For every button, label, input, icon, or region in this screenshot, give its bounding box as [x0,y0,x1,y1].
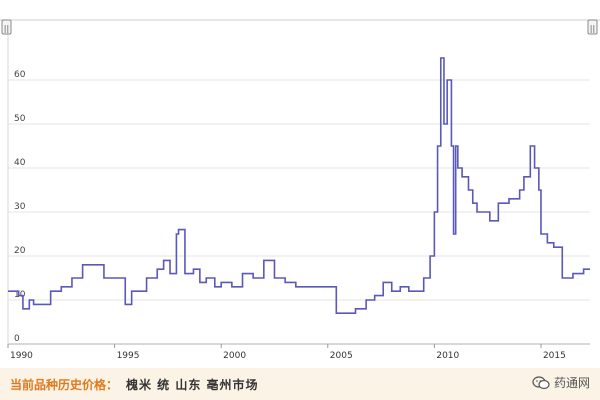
y-tick-label: 50 [14,114,26,124]
grid-layer [8,79,590,301]
series-line [8,57,590,314]
series-layer [8,57,590,314]
footer-product-info: 槐米 统 山东 亳州市场 [126,378,259,392]
y-tick-label: 60 [14,70,26,80]
watermark-text: 药通网 [553,376,590,390]
footer-bar: 当前品种历史价格： 槐米 统 山东 亳州市场 药通网 [0,368,600,400]
price-history-chart: 0 10 20 30 40 50 60 1990 1995 2000 2005 2010 2015 ||… [0,0,600,400]
x-tick-label: 2005 [330,351,353,361]
x-tick-label: 2010 [436,351,459,361]
handle-layer: || || [1,19,598,35]
axis-layer: 01020304050601990 1995 2000 2005 2010 2015 [0,19,600,361]
footer-title: 当前品种历史价格： [10,378,119,392]
x-tick-label: 2015 [543,351,566,361]
y-tick-label: 0 [14,334,20,344]
x-tick-label: 2000 [223,351,246,361]
handle-grip: || [4,24,9,33]
watermark: 药通网 [532,374,590,391]
y-tick-label: 40 [14,158,26,168]
range-handle-right[interactable]: || [587,19,598,35]
handle-grip: || [590,24,595,33]
y-tick-label: 30 [14,202,26,212]
x-tick-label: 1990 [10,351,33,361]
range-handle-left[interactable]: || [1,19,12,35]
chart-svg: 01020304050601990 1995 2000 2005 2010 2015 ||… [0,19,600,361]
x-tick-label: 1995 [117,351,140,361]
y-tick-label: 20 [14,246,26,256]
wechat-icon [532,375,550,389]
